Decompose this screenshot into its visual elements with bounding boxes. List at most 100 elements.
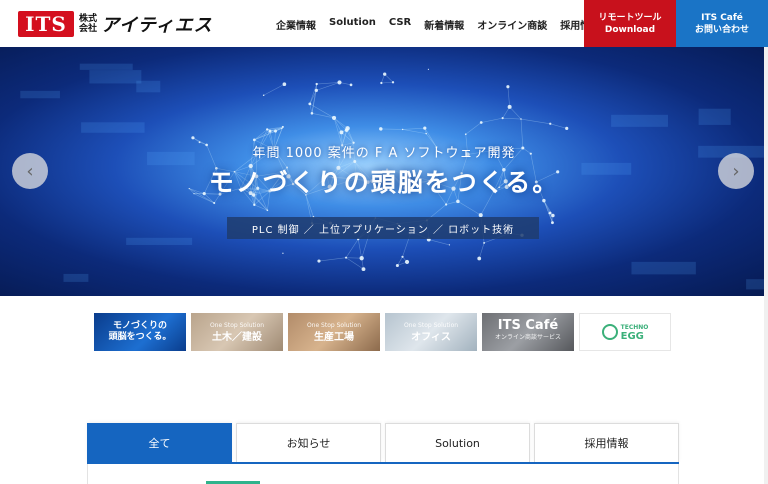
tab-notices[interactable]: お知らせ (236, 423, 381, 462)
tab-all[interactable]: 全て (87, 423, 232, 462)
network-node (314, 88, 318, 92)
light-block (63, 273, 89, 282)
light-block (89, 70, 142, 84)
nav-item-company[interactable]: 企業情報 (276, 17, 316, 32)
network-link (507, 86, 510, 107)
download-label: Download (604, 24, 656, 35)
remote-tool-download-button[interactable]: リモートツール Download (584, 0, 676, 47)
site-header: ITS 株式 会社 アイティエス 企業情報 Solution CSR 新着情報 … (0, 0, 768, 47)
network-node (317, 259, 321, 263)
light-block (698, 108, 731, 125)
page-scrollbar[interactable] (764, 47, 768, 484)
banner-monozukuri[interactable]: モノづくりの 頭脳をつくる。 (94, 313, 186, 351)
network-node (262, 94, 265, 96)
network-node (456, 199, 460, 204)
network-node (266, 209, 269, 212)
network-node (427, 68, 430, 70)
techno-egg-logo-icon (601, 324, 618, 340)
slider-next-button[interactable]: › (718, 153, 754, 189)
slider-prev-button[interactable]: ‹ (12, 153, 48, 189)
network-link (543, 200, 551, 214)
its-cafe-label: ITS Café (701, 12, 743, 23)
banner-line1: 土木／建設 (212, 332, 262, 343)
network-node (404, 259, 410, 265)
network-node (274, 129, 277, 133)
network-link (333, 117, 348, 129)
network-link (502, 117, 522, 120)
hero-tech-band: PLC 制御 ／ 上位アプリケーション ／ ロボット技術 (227, 217, 539, 239)
network-link (309, 103, 313, 114)
nav-item-csr[interactable]: CSR (389, 17, 411, 32)
network-node (551, 213, 555, 218)
network-link (345, 238, 359, 258)
network-node (281, 125, 284, 128)
network-node (479, 121, 483, 124)
network-node (339, 130, 344, 135)
tab-recruit[interactable]: 採用情報 (534, 423, 679, 462)
network-node (361, 267, 366, 272)
banner-small-label: One Stop Solution (306, 322, 362, 329)
banner-line2: 頭脳をつくる。 (108, 332, 172, 342)
light-block (79, 63, 133, 70)
network-node (477, 256, 482, 261)
light-block (136, 80, 161, 93)
banner-factory[interactable]: One Stop Solution 生産工場 (288, 313, 380, 351)
solution-banners: モノづくりの 頭脳をつくる。 One Stop Solution 土木／建設 O… (94, 313, 671, 351)
network-node (282, 82, 287, 87)
nav-item-online-meeting[interactable]: オンライン商談 (477, 17, 547, 32)
banner-techno-egg[interactable]: TECHNO EGG (579, 313, 671, 351)
network-node (506, 85, 510, 89)
remote-tool-label: リモートツール (598, 12, 662, 23)
hero-slider: 年間 1000 案件の F A ソフトウェア開発 モノづくりの頭脳をつくる。 P… (0, 47, 768, 296)
network-node (308, 102, 312, 106)
network-node (383, 72, 387, 76)
banner-line1: ITS Café (497, 318, 559, 333)
news-panel (87, 464, 679, 484)
network-link (357, 239, 362, 259)
network-node (401, 128, 404, 131)
tab-solution[interactable]: Solution (385, 423, 530, 462)
light-block (631, 261, 696, 275)
network-link (384, 73, 394, 83)
contact-label: お問い合わせ (694, 24, 749, 35)
network-link (520, 118, 551, 125)
network-node (395, 263, 399, 268)
network-link (543, 200, 553, 223)
light-block (20, 90, 60, 99)
logo-mark: ITS (18, 11, 74, 37)
network-link (318, 257, 347, 262)
network-node (501, 117, 504, 120)
network-node (379, 127, 383, 131)
banner-office[interactable]: One Stop Solution オフィス (385, 313, 477, 351)
banner-line2: オンライン商談サービス (494, 334, 561, 341)
banner-line1: 生産工場 (314, 332, 354, 343)
nav-item-news[interactable]: 新着情報 (424, 17, 464, 32)
network-node (520, 118, 522, 120)
company-logo[interactable]: ITS 株式 会社 アイティエス (18, 10, 213, 38)
banner-civil-construction[interactable]: One Stop Solution 土木／建設 (191, 313, 283, 351)
network-link (381, 81, 394, 84)
network-node (213, 202, 216, 205)
network-link (347, 128, 354, 143)
network-node (337, 80, 342, 85)
network-node (548, 211, 552, 215)
banner-line1: モノづくりの (112, 321, 167, 331)
logo-company-name: アイティエス (101, 15, 213, 36)
banner-small-label: One Stop Solution (403, 322, 459, 329)
network-node (331, 115, 337, 121)
network-node (401, 255, 404, 258)
egg-label: EGG (620, 331, 644, 342)
network-node (483, 241, 486, 244)
network-link (402, 127, 425, 130)
nav-item-solution[interactable]: Solution (329, 17, 376, 32)
network-node (549, 122, 552, 125)
chevron-right-icon: › (732, 160, 740, 182)
network-node (448, 244, 451, 246)
network-node (464, 133, 467, 136)
chevron-left-icon: ‹ (26, 160, 34, 182)
banner-its-cafe[interactable]: ITS Café オンライン商談サービス (482, 313, 574, 351)
network-link (428, 239, 450, 246)
network-link (380, 128, 403, 130)
network-node (359, 256, 364, 261)
its-cafe-contact-button[interactable]: ITS Café お問い合わせ (676, 0, 768, 47)
